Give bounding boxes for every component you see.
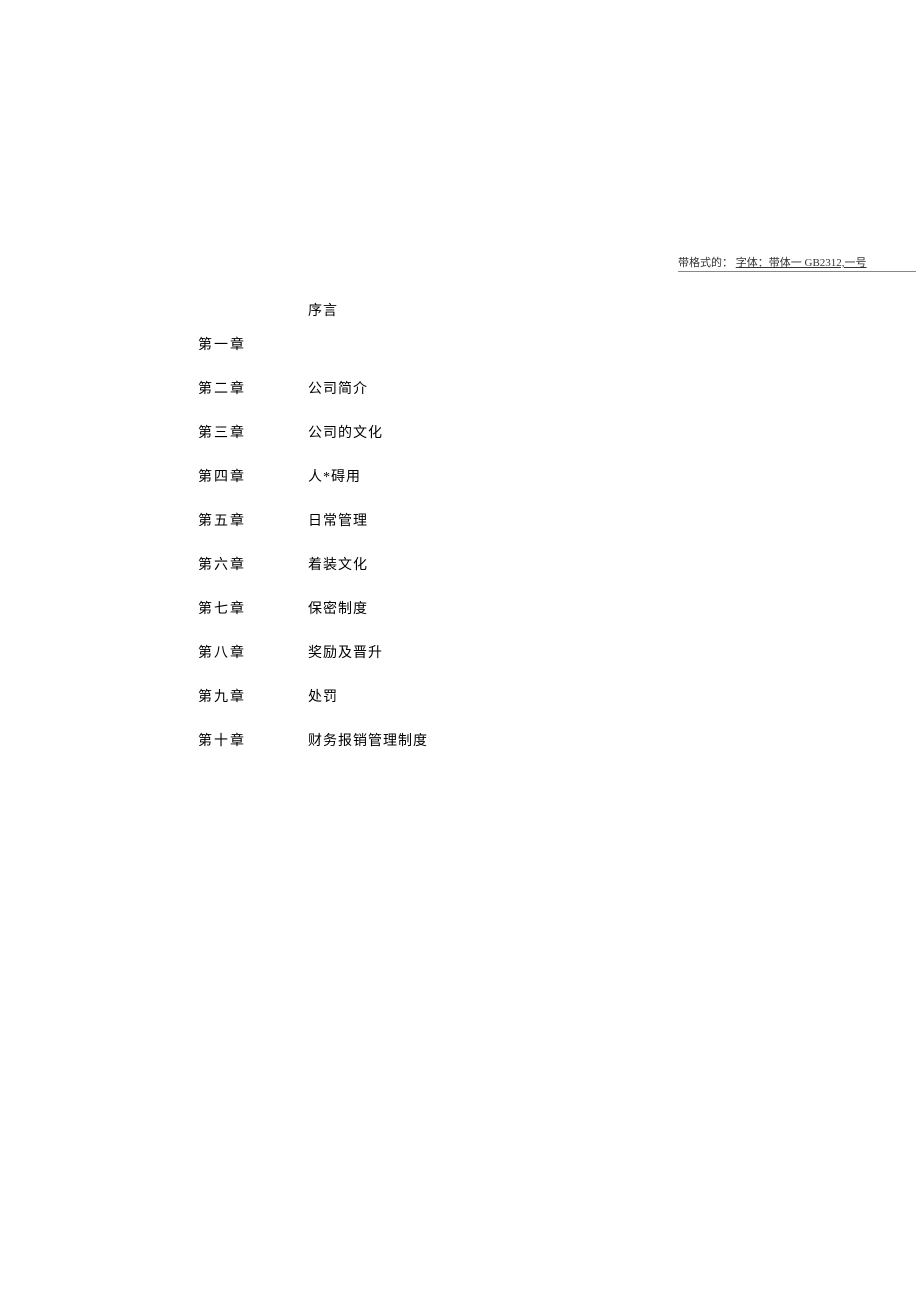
toc-row: 第三章 公司的文化 [198, 422, 578, 442]
toc-title: 保密制度 [308, 598, 578, 618]
toc-row: 第八章 奖励及晋升 [198, 642, 578, 662]
toc-header: 序言 [308, 300, 578, 320]
toc-row: 第六章 着装文化 [198, 554, 578, 574]
toc-row: 第四章 人*碍用 [198, 466, 578, 486]
toc-title: 奖励及晋升 [308, 642, 578, 662]
toc-row: 第九章 处罚 [198, 686, 578, 706]
toc-chapter: 第九章 [198, 686, 308, 706]
annotation-label: 带格式的： [678, 257, 733, 269]
toc-title: 着装文化 [308, 554, 578, 574]
toc-row: 第一章 [198, 334, 578, 354]
toc-title: 公司的文化 [308, 422, 578, 442]
toc-title [308, 334, 578, 354]
toc-chapter: 第五章 [198, 510, 308, 530]
toc-title: 日常管理 [308, 510, 578, 530]
toc-chapter: 第四章 [198, 466, 308, 486]
toc-chapter: 第七章 [198, 598, 308, 618]
toc-title: 财务报销管理制度 [308, 730, 578, 750]
toc-chapter: 第六章 [198, 554, 308, 574]
toc-chapter: 第八章 [198, 642, 308, 662]
format-annotation: 带格式的： 字体：带体一 GB2312,一号 [678, 254, 916, 272]
toc-row: 第五章 日常管理 [198, 510, 578, 530]
toc-chapter: 第十章 [198, 730, 308, 750]
table-of-contents: 序言 第一章 第二章 公司简介 第三章 公司的文化 第四章 人*碍用 第五章 日… [198, 300, 578, 750]
toc-title: 人*碍用 [308, 466, 578, 486]
toc-chapter: 第三章 [198, 422, 308, 442]
toc-title: 公司简介 [308, 378, 578, 398]
toc-row: 第七章 保密制度 [198, 598, 578, 618]
toc-row: 第十章 财务报销管理制度 [198, 730, 578, 750]
toc-title: 处罚 [308, 686, 578, 706]
toc-row: 第二章 公司简介 [198, 378, 578, 398]
toc-chapter: 第二章 [198, 378, 308, 398]
annotation-text: 字体：带体一 GB2312,一号 [736, 257, 867, 269]
toc-chapter: 第一章 [198, 334, 308, 354]
